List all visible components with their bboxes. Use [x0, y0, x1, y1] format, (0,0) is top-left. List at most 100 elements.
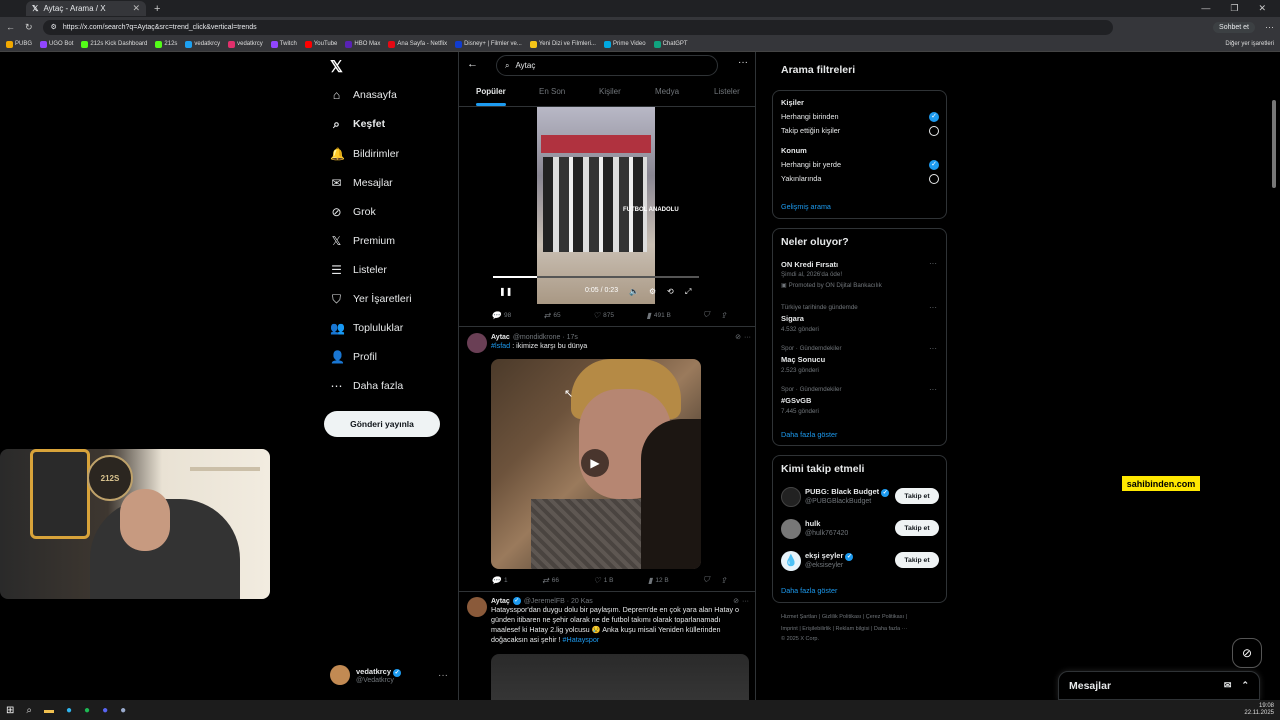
share-icon[interactable]: ⇪ [720, 576, 727, 585]
filter-option[interactable]: Takip ettiğin kişiler [781, 126, 840, 135]
bookmark-item[interactable]: 212s Kick Dashboard [81, 40, 147, 48]
minimize-icon[interactable]: — [1201, 3, 1210, 14]
browser-menu-icon[interactable]: ⋯ [1265, 22, 1274, 33]
video-player[interactable]: FUTBOL ANADOLU ❚❚ 0:05 / 0:23 🔈 ⚙ ⟲ ⤢ [493, 107, 699, 304]
bookmark-item[interactable]: vedatkrcy [228, 40, 263, 48]
views-button[interactable]: ▮ 12 B [648, 576, 669, 585]
back-arrow-icon[interactable]: ← [467, 58, 478, 70]
filter-option[interactable]: Herhangi bir yerde [781, 160, 841, 169]
nav-item-grok[interactable]: ⊘ Grok [330, 202, 375, 222]
post-more-icon[interactable]: ··· [744, 334, 751, 341]
wtf-show-more[interactable]: Daha fazla göster [781, 586, 837, 595]
site-info-icon[interactable]: ⚙ [51, 23, 57, 31]
tab-people[interactable]: Kişiler [599, 87, 621, 96]
grok-post-icon[interactable]: ⊘ [733, 597, 739, 605]
suggest-name[interactable]: PUBG: Black Budget ✓ [805, 487, 890, 497]
browser-tab[interactable]: 𝕏 Aytaç - Arama / X ✕ [26, 1, 146, 16]
search-more-icon[interactable]: ··· [738, 57, 748, 68]
grok-post-icon[interactable]: ⊘ [735, 333, 741, 341]
hashtag-link[interactable]: #Hatayspor [563, 635, 600, 644]
suggest-name[interactable]: hulk [805, 519, 820, 528]
post-more-icon[interactable]: ··· [742, 598, 749, 605]
maximize-icon[interactable]: ❐ [1230, 3, 1238, 14]
radio-checked-icon[interactable]: ✓ [929, 160, 939, 170]
x-logo-icon[interactable]: 𝕏 [330, 57, 343, 77]
repost-button[interactable]: ⇄ 66 [542, 576, 559, 585]
tab-lists[interactable]: Listeler [714, 87, 740, 96]
chat-button[interactable]: Sohbet et [1213, 21, 1255, 33]
bookmark-item[interactable]: PUBG [6, 40, 32, 48]
bookmark-item[interactable]: Yeni Dizi ve Filmleri... [529, 40, 596, 48]
bookmark-item[interactable]: UGO Bot [40, 40, 73, 48]
page-scrollbar[interactable] [1272, 100, 1276, 188]
reply-button[interactable]: 💬 1 [491, 576, 508, 585]
avatar[interactable] [781, 519, 801, 539]
like-button[interactable]: ♡ 1 B [594, 576, 614, 585]
share-icon[interactable]: ⇪ [720, 311, 727, 320]
hashtag-link[interactable]: #lsfad [491, 341, 510, 350]
tab-latest[interactable]: En Son [539, 87, 565, 96]
folder-icon[interactable]: ▬ [44, 705, 54, 716]
footer-links[interactable]: Hizmet Şartları | Gizlilik Politikası | … [781, 614, 907, 620]
nav-item-daha-fazla[interactable]: ⋯ Daha fazla [330, 376, 404, 396]
spotify-icon[interactable]: ● [84, 705, 90, 716]
bookmark-button[interactable]: ⛉ ⇪ [703, 575, 727, 585]
bookmark-item[interactable]: Ana Sayfa - Netflix [388, 40, 447, 48]
filter-option[interactable]: Herhangi birinden [781, 112, 839, 121]
follow-button[interactable]: Takip et [895, 488, 939, 504]
pause-icon[interactable]: ❚❚ [499, 287, 512, 296]
radio-checked-icon[interactable]: ✓ [929, 112, 939, 122]
bookmark-item[interactable]: Twitch [270, 40, 297, 48]
trend-more-icon[interactable]: ··· [929, 303, 937, 312]
post-body[interactable]: Aytac @mondidkrone · 17s ⊘ ··· #lsfad : … [491, 333, 751, 351]
new-message-icon[interactable]: ✉ [1224, 680, 1232, 691]
post-button[interactable]: Gönderi yayınla [324, 411, 440, 437]
nav-item-anasayfa[interactable]: ⌂ Anasayfa [330, 85, 397, 105]
nav-item-profil[interactable]: 👤 Profil [330, 347, 377, 367]
radio-icon[interactable] [929, 174, 939, 184]
messages-drawer[interactable]: Mesajlar ✉ ⌃ [1058, 671, 1260, 700]
nav-item-topluluklar[interactable]: 👥 Topluluklar [330, 318, 403, 338]
trend-more-icon[interactable]: ··· [929, 385, 937, 394]
trends-show-more[interactable]: Daha fazla göster [781, 430, 837, 439]
back-nav-icon[interactable]: ← [6, 22, 15, 32]
radio-icon[interactable] [929, 126, 939, 136]
trend-title[interactable]: Maç Sonucu [781, 355, 825, 364]
settings-icon[interactable]: ⚙ [649, 287, 656, 296]
bookmark-button[interactable]: ⛉ ⇪ [703, 310, 727, 320]
post-author[interactable]: Aytaç [491, 598, 510, 605]
windows-start-icon[interactable]: ⊞ [6, 705, 14, 716]
expand-icon[interactable]: ⌃ [1241, 680, 1249, 691]
advanced-search-link[interactable]: Gelişmiş arama [781, 202, 831, 211]
bookmark-item[interactable]: Prime Video [603, 40, 646, 48]
bookmark-item[interactable]: ChatGPT [653, 40, 688, 48]
footer-links[interactable]: Imprint | Erişilebilirlik | Reklam bilgi… [781, 626, 907, 632]
nav-item-mesajlar[interactable]: ✉ Mesajlar [330, 173, 392, 193]
follow-button[interactable]: Takip et [895, 520, 939, 536]
views-button[interactable]: ▮ 491 B [646, 311, 670, 320]
video-thumbnail[interactable]: ▶ [491, 359, 701, 569]
droplet-icon[interactable]: 💧 [781, 551, 801, 571]
steam-icon[interactable]: ● [120, 705, 126, 716]
account-more-icon[interactable]: ··· [438, 670, 448, 681]
reply-button[interactable]: 💬 98 [491, 311, 511, 320]
tab-close-icon[interactable]: ✕ [132, 3, 140, 14]
other-bookmarks[interactable]: Diğer yer işaretleri [1225, 41, 1274, 47]
loop-icon[interactable]: ⟲ [667, 287, 674, 296]
url-field[interactable]: ⚙ https://x.com/search?q=Aytaç&src=trend… [42, 19, 1113, 35]
like-button[interactable]: ♡ 875 [593, 311, 614, 320]
nav-item-yer-i-şaretleri[interactable]: ⛉ Yer İşaretleri [330, 289, 412, 309]
promo-title[interactable]: ON Kredi Fırsatı [781, 260, 838, 269]
bookmark-item[interactable]: Disney+ | Filmler ve... [455, 40, 522, 48]
search-taskbar-icon[interactable]: ⌕ [26, 705, 32, 716]
edge-icon[interactable]: ● [66, 705, 72, 716]
post-body[interactable]: Aytaç ✓ @JeremelFB · 20 Kas ⊘ ··· Hatays… [491, 597, 749, 645]
avatar[interactable] [467, 333, 487, 353]
nav-item-bildirimler[interactable]: 🔔 Bildirimler [330, 144, 399, 164]
tab-popular[interactable]: Popüler [476, 87, 506, 96]
trend-more-icon[interactable]: ··· [929, 344, 937, 353]
suggest-name[interactable]: ekşi şeyler ✓ [805, 551, 854, 561]
bookmark-item[interactable]: HBO Max [345, 40, 380, 48]
filter-option[interactable]: Yakınlarında [781, 174, 821, 183]
repost-button[interactable]: ⇄ 65 [544, 311, 561, 320]
